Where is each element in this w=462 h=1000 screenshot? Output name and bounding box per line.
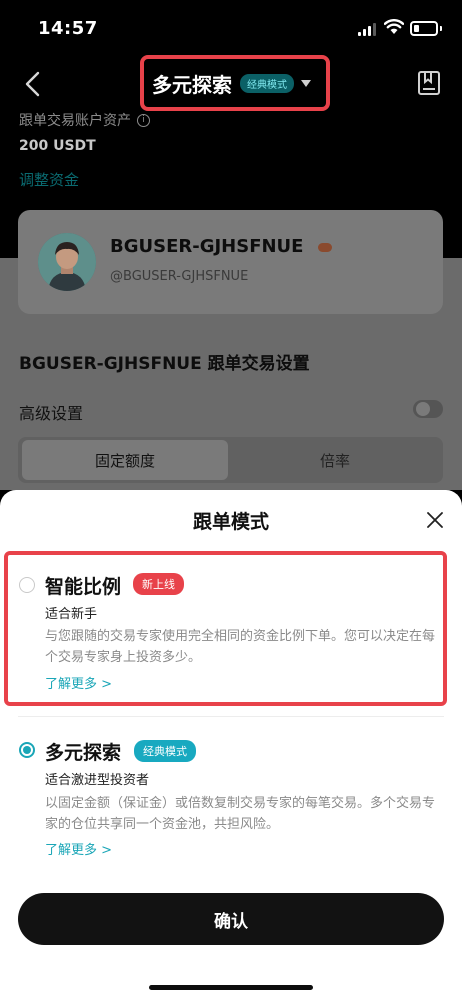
status-time: 14:57 (38, 18, 98, 39)
option-description: 与您跟随的交易专家使用完全相同的资金比例下单。您可以决定在每个交易专家身上投资多… (45, 629, 436, 665)
classic-badge: 经典模式 (134, 740, 196, 762)
profile-handle: @BGUSER-GJHSFNUE (110, 269, 249, 284)
mode-badge: 经典模式 (240, 73, 294, 93)
option-title: 智能比例 (45, 576, 122, 598)
wifi-icon (384, 19, 404, 34)
option-description: 以固定金额（保证金）或倍数复制交易专家的每笔交易。多个交易专家的仓位共享同一个资… (45, 796, 436, 832)
sheet-title: 跟单模式 (192, 511, 269, 533)
battery-tip (440, 26, 442, 31)
caret-down-icon (301, 79, 311, 87)
toggle-knob (416, 402, 430, 416)
page-title: 多元探索 (152, 72, 232, 97)
tab-fixed-amount[interactable]: 固定额度 (22, 440, 228, 480)
vip-badge-icon (318, 243, 332, 252)
option-title: 多元探索 (45, 742, 122, 764)
bookmark-icon[interactable] (417, 70, 441, 96)
profile-name: BGUSER-GJHSFNUE (110, 236, 304, 257)
avatar (38, 233, 96, 291)
radio-selected-dot (23, 746, 31, 754)
radio-smart-ratio[interactable] (19, 577, 35, 593)
asset-value: 200 USDT (19, 138, 96, 154)
home-indicator (149, 985, 313, 990)
learn-more-link[interactable]: 了解更多 > (45, 839, 112, 858)
tab-multiplier[interactable]: 倍率 (232, 440, 438, 480)
asset-label: 跟单交易账户资产 i (19, 110, 150, 130)
info-icon[interactable]: i (137, 113, 150, 127)
settings-title: BGUSER-GJHSFNUE 跟单交易设置 (19, 354, 310, 374)
new-badge: 新上线 (133, 573, 184, 595)
back-arrow-icon[interactable] (22, 70, 46, 98)
advanced-settings-label: 高级设置 (19, 404, 84, 423)
cellular-signal-icon (358, 22, 376, 36)
option-subtitle: 适合新手 (45, 607, 98, 622)
option-subtitle: 适合激进型投资者 (45, 773, 150, 788)
confirm-button[interactable]: 确认 (18, 893, 444, 945)
divider (18, 716, 444, 717)
battery-icon (410, 21, 438, 36)
close-icon[interactable] (427, 512, 443, 528)
status-bar: 14:57 (0, 0, 462, 60)
mode-selector[interactable]: 多元探索 经典模式 (140, 55, 330, 111)
learn-more-link[interactable]: 了解更多 > (45, 673, 112, 692)
adjust-funds-link[interactable]: 调整资金 (19, 169, 79, 190)
